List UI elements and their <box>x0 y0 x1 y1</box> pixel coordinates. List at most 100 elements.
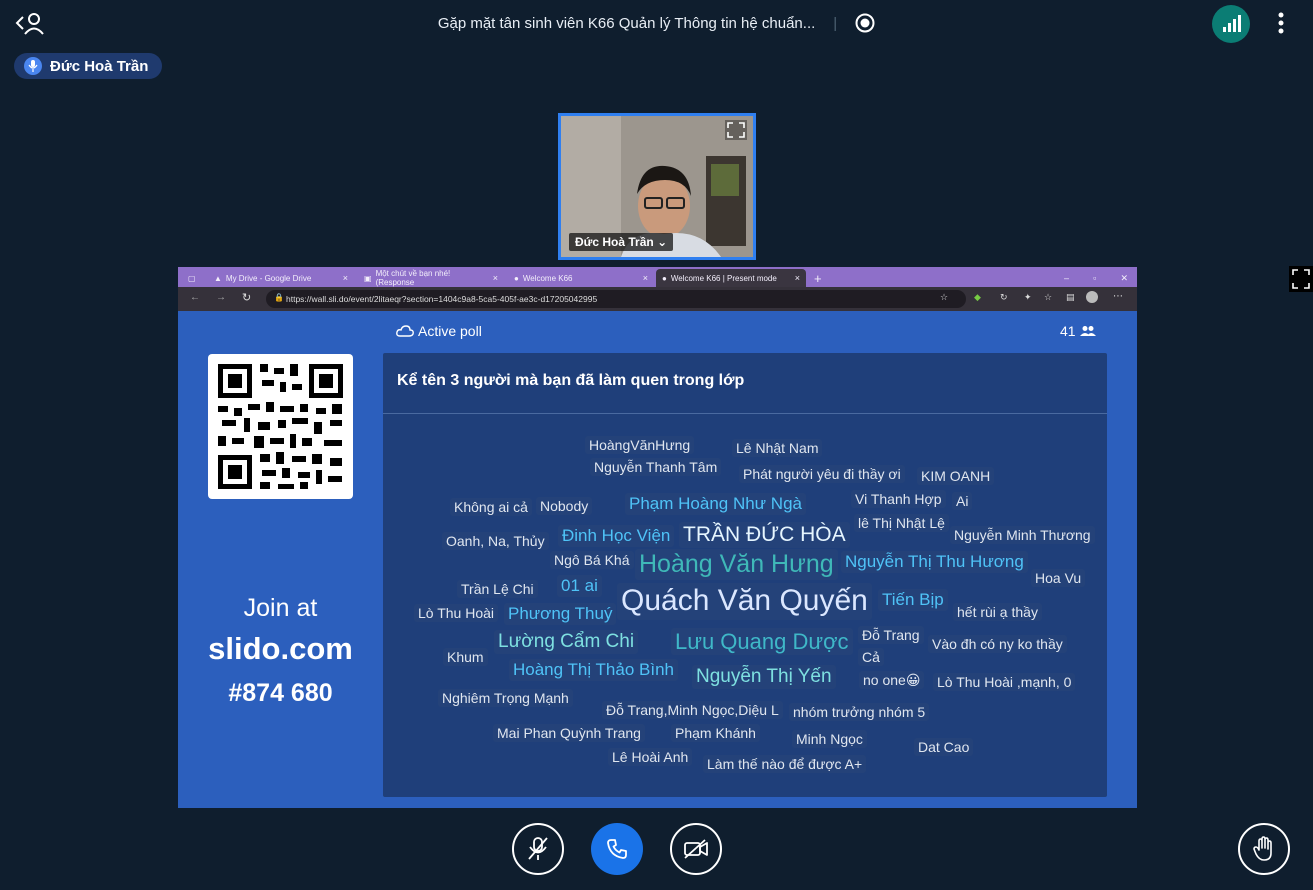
word-cloud-item: Tiến Bịp <box>878 589 948 611</box>
word-cloud-item: Nguyễn Thị Yến <box>692 665 836 689</box>
word-cloud-item: Nguyễn Thị Thu Hương <box>841 551 1028 573</box>
title-separator: | <box>833 14 838 32</box>
slides-icon: ● <box>514 273 519 283</box>
favorites-bar-icon[interactable]: ☆ <box>1044 292 1052 303</box>
self-name-label[interactable]: Đức Hoà Trần ⌄ <box>569 233 674 251</box>
browser-tab-welcome[interactable]: ● Welcome K66 × <box>508 269 654 287</box>
collections-icon[interactable]: ▤ <box>1066 292 1075 303</box>
mic-off-icon <box>528 837 548 860</box>
mute-mic-button[interactable] <box>512 823 564 875</box>
browser-tab-present[interactable]: ● Welcome K66 | Present mode × <box>656 269 806 287</box>
word-cloud-item: 01 ai <box>557 575 602 597</box>
favorite-icon[interactable]: ☆ <box>940 292 948 303</box>
fullscreen-share-icon[interactable] <box>1289 266 1313 292</box>
slides-icon: ● <box>662 273 667 283</box>
close-icon[interactable]: × <box>643 273 648 283</box>
word-cloud-item: Minh Ngọc <box>792 730 867 749</box>
word-cloud-item: Hoàng Thị Thảo Bình <box>509 659 678 681</box>
address-bar: ← → ↻ 🔒 https://wall.sli.do/event/2litae… <box>178 287 1137 311</box>
word-cloud-item: lê Thị Nhật Lệ <box>854 514 949 533</box>
record-icon[interactable] <box>855 13 875 33</box>
word-cloud-item: Oanh, Na, Thủy <box>442 532 549 551</box>
close-icon[interactable]: × <box>343 273 348 283</box>
end-call-button[interactable] <box>591 823 643 875</box>
word-cloud-item: HoàngVănHưng <box>585 436 695 455</box>
active-speaker-name: Đức Hoà Trần <box>50 57 149 75</box>
lock-icon: 🔒 <box>274 293 284 302</box>
connection-signal-button[interactable] <box>1212 5 1250 43</box>
profile-avatar[interactable] <box>1086 291 1098 303</box>
window-controls[interactable]: – ▫ ✕ <box>1058 269 1134 287</box>
word-cloud-item: Lê Nhật Nam <box>732 439 823 458</box>
maximize-icon[interactable]: ▫ <box>1093 273 1096 283</box>
drive-icon: ▲ <box>214 273 222 283</box>
cloud-icon <box>396 325 414 337</box>
word-cloud-item: Làm thế nào để được A+ <box>703 755 867 774</box>
word-cloud-item: no one😀 <box>859 671 925 690</box>
word-cloud-item: Ngô Bá Khá <box>550 551 634 570</box>
word-cloud-item: Trần Lệ Chi <box>457 580 538 599</box>
join-site: slido.com <box>208 631 353 666</box>
word-cloud-item: Nguyễn Thanh Tâm <box>590 458 722 477</box>
word-cloud-item: Vi Thanh Hợp <box>851 490 946 509</box>
word-cloud-item: Khum <box>443 648 488 667</box>
word-cloud-item: Hoàng Văn Hưng <box>635 549 838 580</box>
word-cloud-item: Lường Cẩm Chi <box>494 630 639 654</box>
qr-code <box>208 354 353 499</box>
browser-tab-bar: ▢ ▲ My Drive - Google Drive × ▣ Một chút… <box>178 267 1137 287</box>
word-cloud-item: Lê Hoài Anh <box>608 748 693 767</box>
word-cloud-item: Lò Thu Hoài ,mạnh, 0 <box>933 673 1076 692</box>
word-cloud-item: Hoa Vu <box>1031 569 1086 588</box>
close-window-icon[interactable]: ✕ <box>1120 273 1128 284</box>
word-cloud-item: Không ai cả <box>450 498 532 517</box>
word-cloud-item: Nghiêm Trọng Mạnh <box>438 689 573 708</box>
word-cloud-item: Đỗ Trang <box>858 626 924 645</box>
browser-tab-drive[interactable]: ▲ My Drive - Google Drive × <box>208 269 354 287</box>
slido-presentation: Join at slido.com #874 680 Active poll 4… <box>178 311 1137 808</box>
close-icon[interactable]: × <box>493 273 498 283</box>
meeting-title: Gặp mặt tân sinh viên K66 Quản lý Thông … <box>437 14 816 32</box>
word-cloud-item: Phát người yêu đi thầy ơi <box>739 465 905 484</box>
word-cloud-item: Đỗ Trang,Minh Ngọc,Diệu L <box>602 701 783 720</box>
close-icon[interactable]: × <box>795 273 800 283</box>
raise-hand-button[interactable] <box>1238 823 1290 875</box>
phone-icon <box>607 839 627 859</box>
more-options-icon[interactable] <box>1272 10 1290 36</box>
event-code: #874 680 <box>228 679 333 707</box>
camera-off-icon <box>684 839 708 859</box>
divider <box>383 413 1107 414</box>
expand-video-icon[interactable] <box>725 120 747 140</box>
word-cloud-item: hết rùi ạ thầy <box>953 603 1042 622</box>
forward-arrow-icon[interactable]: → <box>216 292 226 303</box>
puzzle-icon[interactable]: ✦ <box>1024 292 1032 303</box>
raise-hand-icon <box>1253 836 1272 861</box>
tab-overview-icon[interactable]: ▢ <box>182 269 202 287</box>
meeting-title-bar: Gặp mặt tân sinh viên K66 Quản lý Thông … <box>0 13 1313 33</box>
browser-menu-icon[interactable]: ⋯ <box>1113 291 1123 302</box>
word-cloud-item: Nobody <box>536 497 593 516</box>
poll-question: Kể tên 3 người mà bạn đã làm quen trong … <box>397 372 745 389</box>
browser-tab-form[interactable]: ▣ Một chút về bạn nhé! (Response × <box>358 269 504 287</box>
self-name-text: Đức Hoà Trần <box>575 235 654 249</box>
camera-toggle-button[interactable] <box>670 823 722 875</box>
new-tab-button[interactable]: + <box>808 269 828 287</box>
word-cloud-item: Lò Thu Hoài <box>414 604 499 623</box>
word-cloud-item: Phạm Khánh <box>671 724 760 743</box>
chevron-down-icon: ⌄ <box>657 235 668 249</box>
signal-bars-icon <box>1223 15 1241 32</box>
url-input[interactable]: 🔒 https://wall.sli.do/event/2litaeqr?sec… <box>266 290 966 308</box>
extension-icon[interactable]: ◆ <box>974 292 981 303</box>
word-cloud-item: KIM OANH <box>917 467 995 486</box>
speaking-mic-icon <box>24 57 42 75</box>
back-arrow-icon[interactable]: ← <box>190 292 200 303</box>
word-cloud-item: TRẦN ĐỨC HÒA <box>679 522 850 549</box>
refresh-extension-icon[interactable]: ↻ <box>1000 292 1008 303</box>
word-cloud-item: Dat Cao <box>914 738 974 757</box>
word-cloud-item: Ai <box>952 492 973 511</box>
active-speaker-pill: Đức Hoà Trần <box>14 53 163 79</box>
minimize-icon[interactable]: – <box>1064 273 1069 283</box>
self-video-tile[interactable]: Đức Hoà Trần ⌄ <box>558 113 756 260</box>
word-cloud-item: Nguyễn Minh Thương <box>950 526 1095 545</box>
reload-icon[interactable]: ↻ <box>242 291 251 304</box>
forms-icon: ▣ <box>364 273 372 283</box>
